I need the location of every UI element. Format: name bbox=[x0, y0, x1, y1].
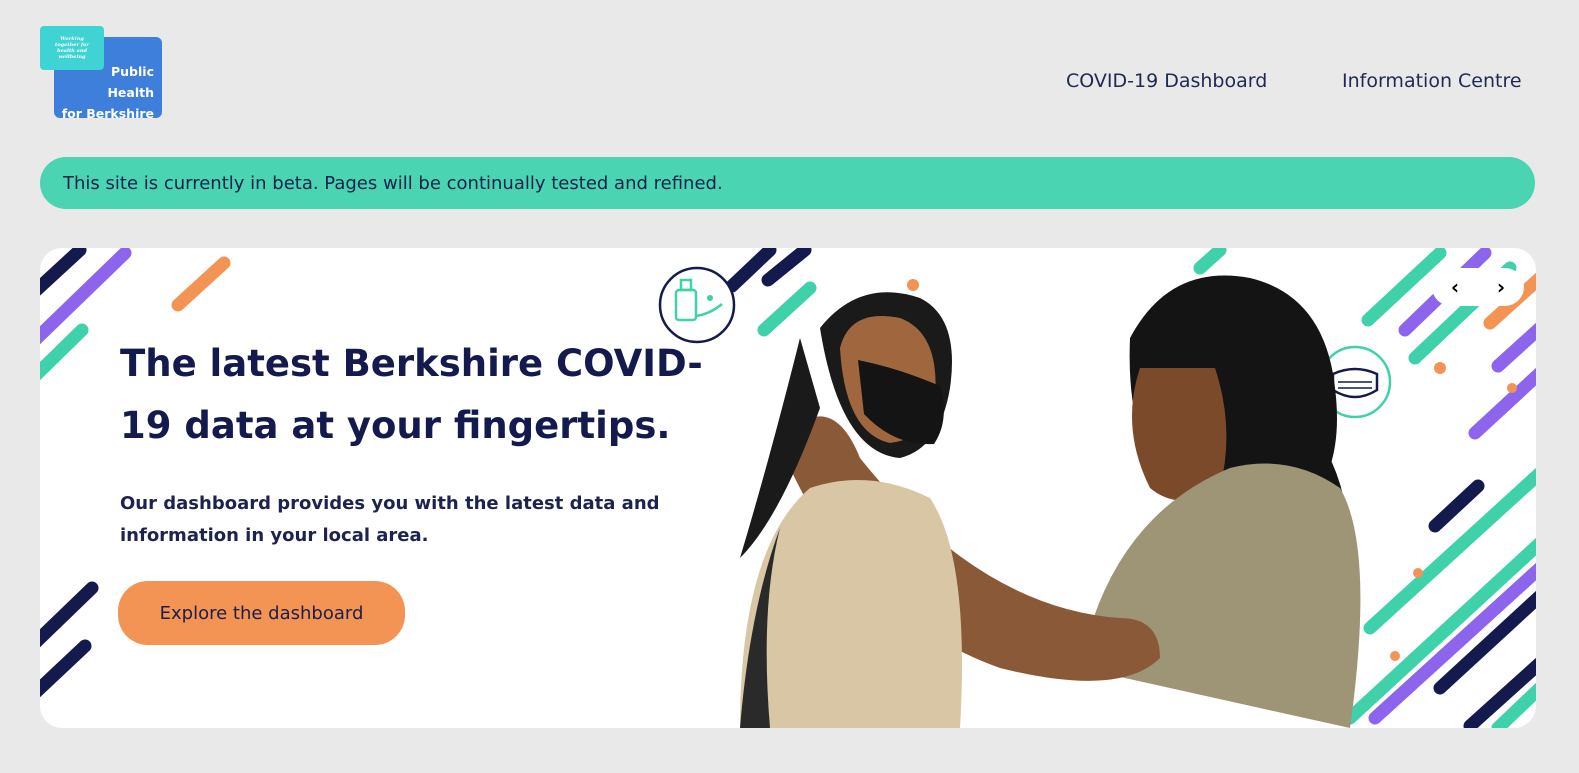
stripe bbox=[40, 581, 99, 648]
stripe bbox=[757, 281, 817, 337]
dot bbox=[1413, 568, 1423, 578]
stripe bbox=[171, 256, 231, 312]
explore-dashboard-button[interactable]: Explore the dashboard bbox=[118, 581, 405, 645]
nav-link-covid-dashboard[interactable]: COVID-19 Dashboard bbox=[1066, 70, 1267, 92]
nav-item-information-centre[interactable]: Information Centre bbox=[1342, 70, 1522, 92]
stripe bbox=[1363, 467, 1536, 635]
chevron-right-icon[interactable]: › bbox=[1486, 275, 1516, 299]
beta-banner-text: This site is currently in beta. Pages wi… bbox=[63, 172, 723, 194]
stripe bbox=[1428, 479, 1485, 533]
stripe bbox=[40, 248, 87, 296]
photo-child bbox=[740, 292, 962, 728]
beta-banner: This site is currently in beta. Pages wi… bbox=[40, 157, 1535, 209]
nav-link-information-centre[interactable]: Information Centre bbox=[1342, 70, 1522, 92]
hero-carousel: The latest Berkshire COVID-19 data at yo… bbox=[40, 248, 1536, 728]
site-logo[interactable]: Public Health for Berkshire Working toge… bbox=[40, 26, 164, 121]
stripe bbox=[40, 639, 92, 698]
stripe bbox=[1468, 367, 1536, 440]
hero-title: The latest Berkshire COVID-19 data at yo… bbox=[120, 342, 703, 447]
page: Public Health for Berkshire Working toge… bbox=[0, 0, 1579, 773]
stripe bbox=[1193, 248, 1227, 275]
hero-description: Our dashboard provides you with the late… bbox=[120, 493, 660, 546]
dot bbox=[1390, 651, 1400, 661]
logo-tag-panel: Working together for health and wellbein… bbox=[40, 26, 104, 70]
logo-tagline: Working together for health and wellbein… bbox=[55, 36, 89, 60]
dot bbox=[1434, 362, 1446, 374]
dot bbox=[1507, 383, 1517, 393]
carousel-controls: ‹ › bbox=[1432, 268, 1524, 306]
hand-sanitizer-icon bbox=[658, 266, 736, 344]
nav-item-covid-dashboard[interactable]: COVID-19 Dashboard bbox=[1066, 70, 1267, 92]
chevron-left-icon[interactable]: ‹ bbox=[1440, 275, 1470, 299]
dot bbox=[907, 279, 919, 291]
logo-name: Public Health for Berkshire bbox=[61, 64, 154, 121]
stripe bbox=[1491, 322, 1536, 373]
